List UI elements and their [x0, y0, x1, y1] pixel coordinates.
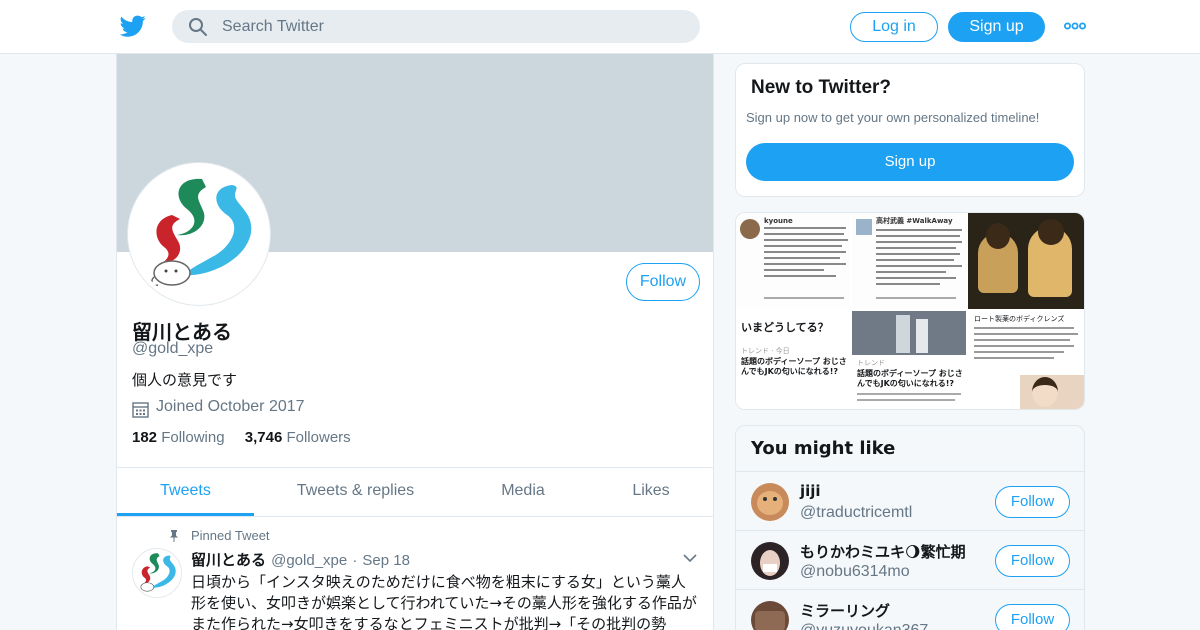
profile-stats: 182 Following 3,746 Followers — [132, 429, 367, 446]
suggested-user-handle: @traductricemtl — [800, 504, 913, 521]
media-tile-5-title: 話題のボディーソープ おじさんでもJKの匂いになれる!? — [857, 369, 963, 388]
signup-button[interactable]: Sign up — [948, 12, 1045, 42]
pinned-label-text: Pinned Tweet — [191, 528, 270, 543]
suggested-user-row[interactable]: jiji @traductricemtl Follow — [736, 471, 1084, 530]
followers-count: 3,746 — [244, 429, 283, 446]
tab-tweets-and-replies[interactable]: Tweets & replies — [282, 468, 429, 516]
tweet-avatar[interactable] — [132, 548, 182, 598]
follow-suggested-user-button[interactable]: Follow — [995, 604, 1070, 630]
follow-suggested-user-button[interactable]: Follow — [995, 486, 1070, 518]
media-tile-6-title: ロート製薬のボディクレンズ — [974, 315, 1065, 323]
signup-card-button[interactable]: Sign up — [746, 143, 1074, 181]
media-tile-4-trend: トレンド · 今日 — [741, 347, 790, 355]
media-tile-1[interactable]: kyoune — [736, 213, 852, 311]
tweet-text: 日頃から「インスタ映えのためだけに食べ物を粗末にする女」という藁人形を使い、女叩… — [191, 573, 697, 630]
avatar-drawing — [132, 167, 266, 301]
new-to-twitter-card: New to Twitter? Sign up now to get your … — [735, 63, 1085, 197]
follow-profile-button[interactable]: Follow — [626, 263, 700, 301]
follow-suggested-user-button[interactable]: Follow — [995, 545, 1070, 577]
more-options-icon[interactable] — [1064, 18, 1086, 34]
suggested-user-name[interactable]: もりかわミユキ🌖繁忙期 — [800, 541, 966, 562]
media-tile-6[interactable]: ロート製薬のボディクレンズ — [968, 311, 1084, 409]
joined-text: Joined October 2017 — [156, 398, 305, 415]
chevron-down-icon[interactable] — [683, 553, 697, 563]
suggested-user-avatar[interactable] — [751, 542, 789, 580]
following-link[interactable]: 182 Following — [132, 429, 225, 446]
new-to-twitter-subtitle: Sign up now to get your own personalized… — [746, 110, 1040, 125]
profile-column: Follow 留川とある @gold_xpe 個人の意見です Joined Oc… — [116, 54, 714, 630]
tab-tweets[interactable]: Tweets — [117, 468, 254, 516]
suggested-user-avatar[interactable] — [751, 483, 789, 521]
login-button[interactable]: Log in — [850, 12, 938, 42]
pinned-tweet-label: Pinned Tweet — [167, 528, 367, 544]
new-to-twitter-title: New to Twitter? — [751, 77, 892, 98]
tweet-separator: · — [352, 552, 358, 569]
tweet-author-handle[interactable]: @gold_xpe — [271, 552, 347, 569]
tweet-avatar-drawing — [133, 549, 181, 597]
following-label: Following — [161, 429, 225, 446]
pinned-tweet[interactable]: Pinned Tweet 留川とある @gold_xpe · Sep 18 日頃… — [117, 517, 713, 630]
followers-label: Followers — [286, 429, 351, 446]
twitter-bird-icon[interactable] — [120, 13, 146, 39]
suggested-user-name[interactable]: ミラーリング — [800, 600, 890, 621]
suggested-user-name[interactable]: jiji — [800, 482, 821, 500]
tweet-header: 留川とある @gold_xpe · Sep 18 — [191, 549, 410, 570]
search-icon — [189, 18, 207, 36]
media-preview-card[interactable]: kyoune 高村武義 #WalkAway いまどうしてる？ トレンド · 今日… — [735, 212, 1085, 410]
profile-tabs: Tweets Tweets & replies Media Likes — [117, 467, 713, 517]
suggested-user-handle: @nobu6314mo — [800, 563, 910, 580]
calendar-icon — [132, 402, 149, 418]
profile-handle: @gold_xpe — [132, 340, 214, 357]
media-tile-5-trend: トレンド — [857, 359, 885, 367]
media-tile-2[interactable]: 高村武義 #WalkAway — [852, 213, 968, 311]
profile-avatar[interactable] — [128, 163, 270, 305]
tweet-author-name[interactable]: 留川とある — [191, 551, 266, 569]
suggested-user-row[interactable]: もりかわミユキ🌖繁忙期 @nobu6314mo Follow — [736, 530, 1084, 589]
search-input[interactable] — [222, 10, 682, 43]
media-tile-2-user: 高村武義 #WalkAway — [876, 217, 953, 225]
media-tile-4-title: 話題のボディーソープ おじさんでもJKの匂いになれる!? — [741, 357, 847, 376]
suggested-user-row[interactable]: ミラーリング @yuzuyoukan367 Follow — [736, 589, 1084, 630]
top-navigation-bar: Log in Sign up — [0, 0, 1200, 54]
media-tile-5[interactable]: トレンド 話題のボディーソープ おじさんでもJKの匂いになれる!? — [852, 311, 968, 409]
following-count: 182 — [132, 429, 158, 446]
media-tile-4-heading: いまどうしてる？ — [741, 321, 829, 334]
profile-bio: 個人の意見です — [132, 371, 238, 389]
you-might-like-card: You might like jiji @traductricemtl Foll… — [735, 425, 1085, 630]
media-tile-4[interactable]: いまどうしてる？ トレンド · 今日 話題のボディーソープ おじさんでもJKの匂… — [736, 311, 852, 409]
search-box[interactable] — [172, 10, 700, 43]
tab-media[interactable]: Media — [487, 468, 559, 516]
suggested-user-avatar[interactable] — [751, 601, 789, 630]
tab-likes[interactable]: Likes — [617, 468, 685, 516]
tweet-date[interactable]: Sep 18 — [362, 552, 410, 569]
media-tile-3-photo[interactable] — [968, 213, 1084, 311]
media-tile-1-user: kyoune — [764, 217, 793, 225]
you-might-like-title: You might like — [751, 438, 896, 459]
suggested-user-handle: @yuzuyoukan367 — [800, 622, 928, 630]
followers-link[interactable]: 3,746 Followers — [245, 429, 351, 446]
media-grid: kyoune 高村武義 #WalkAway いまどうしてる？ トレンド · 今日… — [736, 213, 1084, 409]
